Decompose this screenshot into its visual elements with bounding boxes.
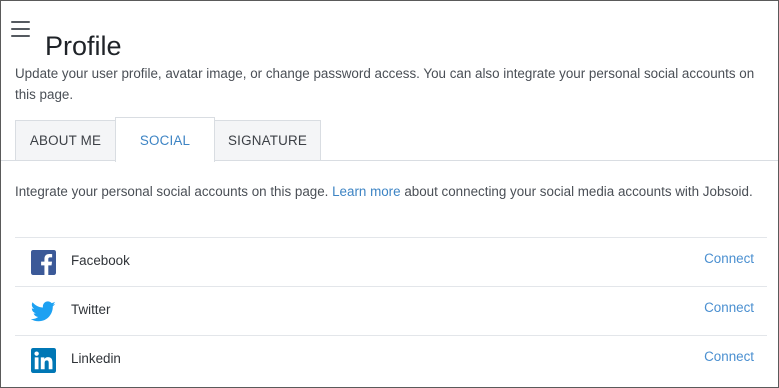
connect-facebook-link[interactable]: Connect (704, 250, 754, 268)
social-accounts-list: Facebook Connect Twitter Connect Linkedi… (15, 237, 767, 384)
learn-more-link[interactable]: Learn more (332, 184, 400, 199)
profile-window: Profile Update your user profile, avatar… (0, 0, 779, 388)
twitter-icon (31, 301, 56, 322)
social-description-text-end: about connecting your social media accou… (400, 184, 753, 199)
connect-linkedin-link[interactable]: Connect (704, 348, 754, 366)
social-description-text: Integrate your personal social accounts … (15, 184, 333, 199)
connect-twitter-link[interactable]: Connect (704, 299, 754, 317)
header: Profile (1, 1, 778, 61)
facebook-icon (31, 250, 56, 275)
social-account-row-facebook: Facebook Connect (15, 237, 767, 286)
linkedin-icon (31, 348, 56, 373)
tab-social[interactable]: SOCIAL (115, 117, 215, 162)
tab-signature[interactable]: SIGNATURE (214, 120, 321, 160)
account-name: Twitter (71, 302, 111, 317)
hamburger-menu-icon[interactable] (11, 21, 31, 37)
page-title: Profile (45, 31, 122, 62)
profile-description: Update your user profile, avatar image, … (15, 66, 755, 102)
social-account-row-linkedin: Linkedin Connect (15, 335, 767, 384)
tab-about-me[interactable]: ABOUT ME (15, 120, 116, 160)
social-account-row-twitter: Twitter Connect (15, 286, 767, 335)
social-description: Integrate your personal social accounts … (15, 181, 767, 202)
account-name: Facebook (71, 253, 130, 268)
tab-bar: ABOUT ME SOCIAL SIGNATURE (1, 117, 778, 162)
account-name: Linkedin (71, 351, 121, 366)
